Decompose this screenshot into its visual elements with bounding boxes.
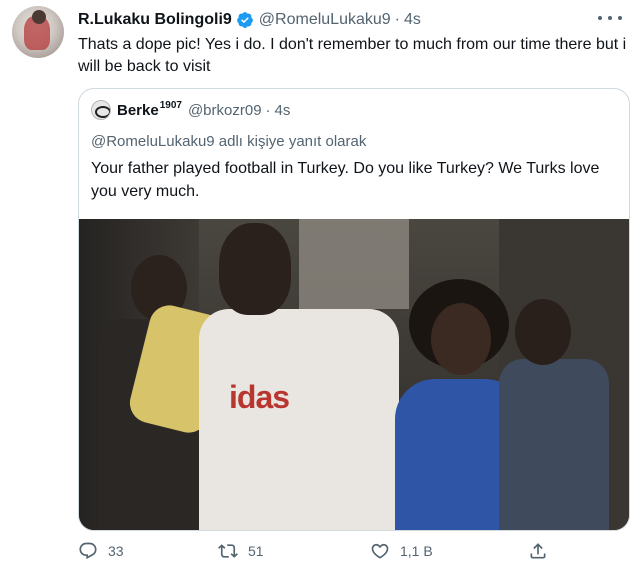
retweet-button[interactable]: 51: [218, 541, 264, 561]
separator-dot: ·: [394, 11, 400, 28]
photo-man-shirt: [199, 309, 399, 530]
quoted-display-name-sup: 1907: [159, 99, 182, 111]
retweet-icon: [218, 544, 238, 558]
photo-child-right-body: [499, 359, 609, 530]
share-icon: [530, 543, 546, 559]
timestamp[interactable]: 4s: [404, 11, 421, 29]
photo-child-right-head: [515, 299, 571, 365]
avatar[interactable]: [12, 6, 64, 58]
reply-icon: [79, 542, 97, 560]
quoted-tweet[interactable]: Berke 1907 @brkozr09 · 4s @RomeluLukaku9…: [78, 88, 630, 531]
quoted-text: Your father played football in Turkey. D…: [91, 160, 600, 200]
photo-woman-face: [431, 303, 491, 375]
reply-button[interactable]: 33: [78, 541, 124, 561]
quoted-header: Berke 1907 @brkozr09 · 4s: [91, 100, 290, 120]
photo-man-head: [219, 223, 291, 315]
tweet-header: R.Lukaku Bolingoli9 @RomeluLukaku9 · 4s: [78, 9, 421, 31]
verified-badge-icon: [236, 12, 253, 28]
handle[interactable]: @RomeluLukaku9: [259, 11, 391, 29]
photo-background-wall: [299, 219, 409, 309]
quoted-photo[interactable]: idas: [79, 219, 629, 530]
quoted-reply-context: @RomeluLukaku9 adlı kişiye yanıt olarak: [91, 133, 367, 150]
more-options-icon[interactable]: [598, 10, 622, 26]
quoted-avatar: [91, 100, 111, 120]
share-button[interactable]: [528, 541, 558, 561]
tweet: R.Lukaku Bolingoli9 @RomeluLukaku9 · 4s …: [0, 0, 640, 575]
quoted-separator-dot: ·: [265, 101, 271, 119]
quoted-display-name: Berke: [117, 101, 159, 119]
action-bar: 33 51 1,1 B: [78, 541, 558, 565]
retweet-count: 51: [248, 543, 264, 559]
avatar-head: [32, 10, 46, 24]
like-button[interactable]: 1,1 B: [370, 541, 433, 561]
tweet-text: Thats a dope pic! Yes i do. I don't reme…: [78, 36, 627, 75]
quoted-handle: @brkozr09: [187, 101, 262, 119]
like-count: 1,1 B: [400, 543, 433, 559]
heart-icon: [371, 543, 389, 559]
quoted-timestamp: 4s: [274, 101, 291, 119]
reply-count: 33: [108, 543, 124, 559]
display-name[interactable]: R.Lukaku Bolingoli9: [78, 11, 232, 29]
photo-shirt-logo: idas: [229, 379, 290, 415]
